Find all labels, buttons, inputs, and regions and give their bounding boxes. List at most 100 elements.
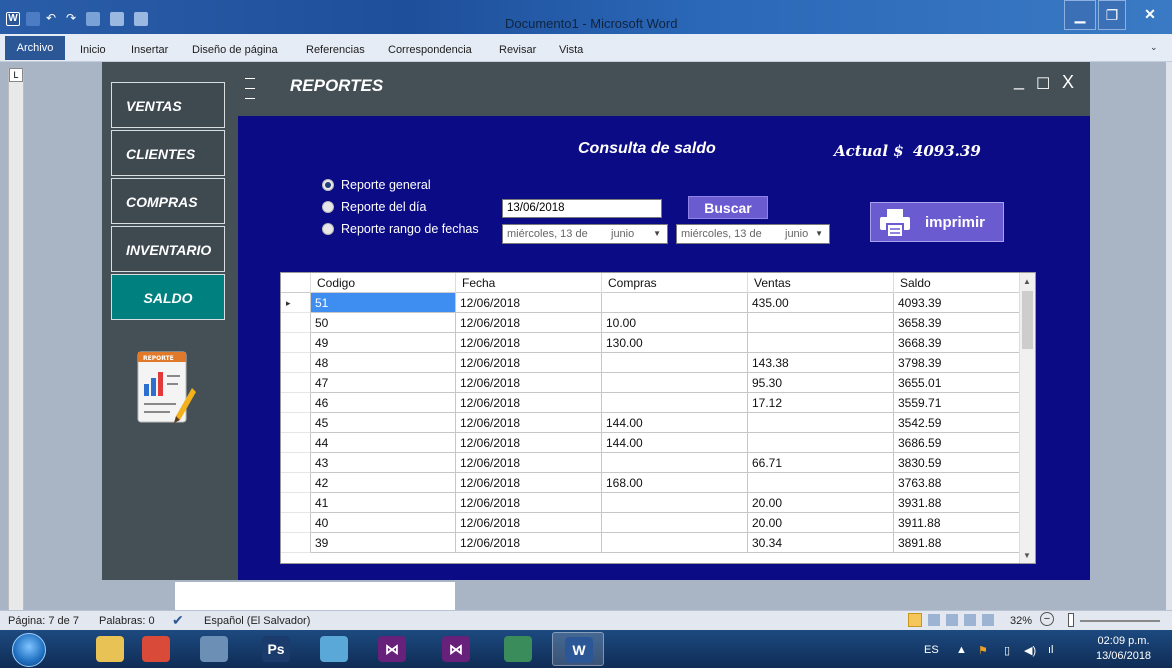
flag-icon[interactable]: ⚑ [978, 644, 988, 657]
cell-ventas[interactable]: 20.00 [748, 493, 894, 513]
cell-compras[interactable]: 130.00 [602, 333, 748, 353]
word-close-button[interactable]: ✕ [1128, 0, 1172, 30]
cell-compras[interactable]: 168.00 [602, 473, 748, 493]
cell-compras[interactable] [602, 373, 748, 393]
scroll-thumb[interactable] [1022, 291, 1033, 349]
start-button[interactable] [12, 633, 46, 667]
cell-saldo[interactable]: 3798.39 [894, 353, 1021, 373]
cell-fecha[interactable]: 12/06/2018 [456, 293, 602, 313]
cell-ventas[interactable]: 30.34 [748, 533, 894, 553]
cell-compras[interactable] [602, 393, 748, 413]
row-header[interactable]: ▸ [281, 293, 311, 313]
cell-ventas[interactable]: 17.12 [748, 393, 894, 413]
table-row[interactable]: 41 12/06/2018 20.00 3931.88 [281, 493, 1021, 513]
table-row[interactable]: 49 12/06/2018 130.00 3668.39 [281, 333, 1021, 353]
view-draft-icon[interactable] [982, 614, 994, 626]
table-row[interactable]: 46 12/06/2018 17.12 3559.71 [281, 393, 1021, 413]
sidebar-item-inventario[interactable]: INVENTARIO [111, 226, 225, 272]
radio-reporte-rango[interactable]: Reporte rango de fechas [322, 222, 479, 236]
row-header[interactable] [281, 533, 311, 553]
word-maximize-button[interactable]: ❐ [1098, 0, 1126, 30]
row-header[interactable] [281, 433, 311, 453]
language-indicator[interactable]: ES [924, 644, 939, 656]
buscar-button[interactable]: Buscar [688, 196, 768, 219]
cell-saldo[interactable]: 3891.88 [894, 533, 1021, 553]
table-row[interactable]: 44 12/06/2018 144.00 3686.59 [281, 433, 1021, 453]
radio-checked-icon[interactable] [322, 179, 334, 191]
cell-saldo[interactable]: 3686.59 [894, 433, 1021, 453]
chevron-down-icon[interactable]: ▼ [653, 225, 661, 243]
cell-fecha[interactable]: 12/06/2018 [456, 433, 602, 453]
taskbar-app-box[interactable] [308, 632, 360, 666]
cell-fecha[interactable]: 12/06/2018 [456, 493, 602, 513]
cell-ventas[interactable]: 435.00 [748, 293, 894, 313]
row-header[interactable] [281, 473, 311, 493]
row-header[interactable] [281, 333, 311, 353]
cell-saldo[interactable]: 3763.88 [894, 473, 1021, 493]
cell-fecha[interactable]: 12/06/2018 [456, 513, 602, 533]
cell-compras[interactable]: 10.00 [602, 313, 748, 333]
cell-compras[interactable] [602, 453, 748, 473]
cell-codigo[interactable]: 46 [311, 393, 456, 413]
volume-icon[interactable]: ◀) [1024, 644, 1036, 657]
cell-codigo[interactable]: 50 [311, 313, 456, 333]
vertical-scrollbar[interactable] [1166, 62, 1172, 610]
zoom-slider[interactable] [1080, 620, 1160, 622]
row-header[interactable] [281, 453, 311, 473]
cell-ventas[interactable] [748, 433, 894, 453]
cell-saldo[interactable]: 3668.39 [894, 333, 1021, 353]
cell-compras[interactable] [602, 353, 748, 373]
row-header[interactable] [281, 313, 311, 333]
page-count[interactable]: Página: 7 de 7 [8, 615, 79, 627]
cell-codigo[interactable]: 51 [311, 293, 456, 313]
cell-saldo[interactable]: 3931.88 [894, 493, 1021, 513]
table-row[interactable]: 43 12/06/2018 66.71 3830.59 [281, 453, 1021, 473]
clock[interactable]: 02:09 p.m. 13/06/2018 [1096, 634, 1151, 664]
cell-ventas[interactable] [748, 413, 894, 433]
cell-saldo[interactable]: 3542.59 [894, 413, 1021, 433]
ribbon-expand-icon[interactable]: ⌄ [1150, 42, 1158, 53]
cell-compras[interactable]: 144.00 [602, 433, 748, 453]
row-header[interactable] [281, 393, 311, 413]
spellcheck-icon[interactable]: ✔ [172, 612, 184, 629]
taskbar-app-word[interactable]: W [552, 632, 604, 666]
cell-codigo[interactable]: 39 [311, 533, 456, 553]
language[interactable]: Español (El Salvador) [204, 615, 310, 627]
cell-compras[interactable] [602, 293, 748, 313]
cell-compras[interactable] [602, 513, 748, 533]
sidebar-item-clientes[interactable]: CLIENTES [111, 130, 225, 176]
cell-compras[interactable] [602, 493, 748, 513]
radio-reporte-dia[interactable]: Reporte del día [322, 200, 426, 214]
zoom-out-icon[interactable]: − [1040, 612, 1054, 626]
row-header[interactable] [281, 353, 311, 373]
taskbar-app-visual-studio-2[interactable]: ⋈ [430, 632, 482, 666]
scroll-down-icon[interactable]: ▼ [1023, 551, 1031, 560]
date-input[interactable]: 13/06/2018 [502, 199, 662, 218]
cell-fecha[interactable]: 12/06/2018 [456, 473, 602, 493]
tab-vista[interactable]: Vista [559, 44, 583, 56]
taskbar-app-photoshop[interactable]: Ps [250, 632, 302, 666]
cell-ventas[interactable]: 66.71 [748, 453, 894, 473]
table-scrollbar[interactable]: ▲ ▼ [1019, 273, 1035, 563]
taskbar-app-app[interactable] [492, 632, 544, 666]
word-count[interactable]: Palabras: 0 [99, 615, 155, 627]
cell-fecha[interactable]: 12/06/2018 [456, 373, 602, 393]
close-button[interactable]: X [1062, 72, 1074, 93]
ruler-tab-selector[interactable]: L [9, 68, 23, 82]
view-outline-icon[interactable] [964, 614, 976, 626]
table-row[interactable]: 39 12/06/2018 30.34 3891.88 [281, 533, 1021, 553]
table-row[interactable]: 40 12/06/2018 20.00 3911.88 [281, 513, 1021, 533]
table-row[interactable]: 48 12/06/2018 143.38 3798.39 [281, 353, 1021, 373]
tab-referencias[interactable]: Referencias [306, 44, 365, 56]
cell-ventas[interactable] [748, 313, 894, 333]
cell-saldo[interactable]: 3655.01 [894, 373, 1021, 393]
cell-saldo[interactable]: 4093.39 [894, 293, 1021, 313]
print-preview-icon[interactable] [110, 12, 124, 26]
sidebar-item-ventas[interactable]: VENTAS [111, 82, 225, 128]
sidebar-item-compras[interactable]: COMPRAS [111, 178, 225, 224]
cell-fecha[interactable]: 12/06/2018 [456, 313, 602, 333]
cell-codigo[interactable]: 44 [311, 433, 456, 453]
cell-codigo[interactable]: 43 [311, 453, 456, 473]
taskbar-app-explorer[interactable] [84, 632, 136, 666]
col-saldo[interactable]: Saldo [894, 273, 1021, 293]
